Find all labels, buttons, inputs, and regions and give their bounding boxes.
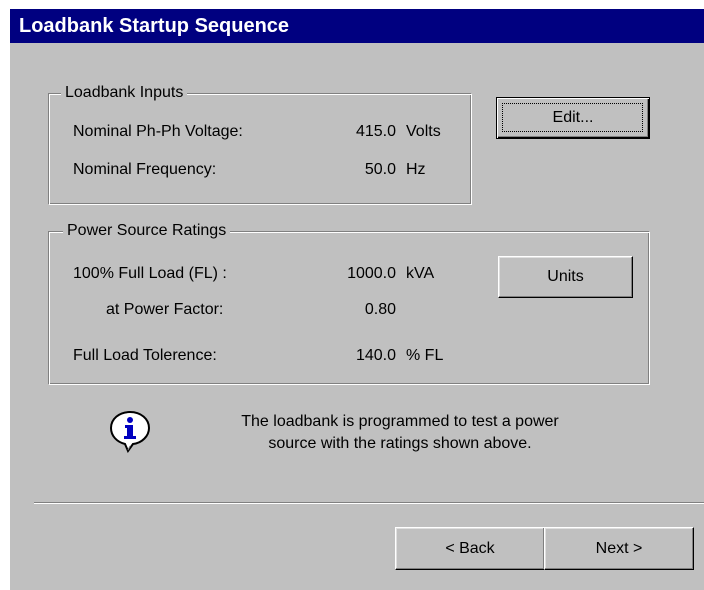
back-button-label: < Back: [445, 539, 495, 557]
wizard-window: Loadbank Startup Sequence Loadbank Input…: [10, 9, 704, 590]
next-button[interactable]: Next >: [544, 527, 694, 570]
info-message-line1: The loadbank is programmed to test a pow…: [241, 413, 559, 430]
info-message-line2: source with the ratings shown above.: [268, 435, 532, 452]
info-icon: [109, 410, 151, 453]
units-button-label: Units: [547, 268, 584, 285]
edit-button[interactable]: Edit...: [496, 97, 650, 139]
units-button[interactable]: Units: [498, 256, 633, 298]
footer-separator: [34, 502, 704, 504]
tolerance-value: 140.0: [355, 347, 396, 364]
full-load-label: 100% Full Load (FL) :: [73, 265, 227, 282]
power-factor-label: at Power Factor:: [106, 301, 224, 318]
next-button-label: Next >: [595, 539, 643, 557]
voltage-label: Nominal Ph-Ph Voltage:: [73, 123, 243, 140]
full-load-unit: kVA: [406, 265, 435, 282]
window-title: Loadbank Startup Sequence: [10, 9, 704, 43]
tolerance-unit: % FL: [406, 347, 444, 364]
info-message: The loadbank is programmed to test a pow…: [180, 411, 620, 455]
power-factor-value: 0.80: [364, 301, 396, 318]
full-load-value: 1000.0: [347, 265, 396, 282]
back-button[interactable]: < Back: [395, 527, 545, 570]
frequency-unit: Hz: [406, 161, 426, 178]
frequency-label: Nominal Frequency:: [73, 161, 217, 178]
voltage-unit: Volts: [406, 123, 441, 140]
power-source-ratings-label: Power Source Ratings: [63, 222, 231, 240]
loadbank-inputs-group: Loadbank Inputs: [48, 84, 472, 205]
loadbank-inputs-label: Loadbank Inputs: [61, 84, 188, 102]
frequency-value: 50.0: [364, 161, 396, 178]
tolerance-label: Full Load Tolerence:: [73, 347, 217, 364]
edit-button-label: Edit...: [552, 109, 594, 126]
voltage-value: 415.0: [355, 123, 396, 140]
